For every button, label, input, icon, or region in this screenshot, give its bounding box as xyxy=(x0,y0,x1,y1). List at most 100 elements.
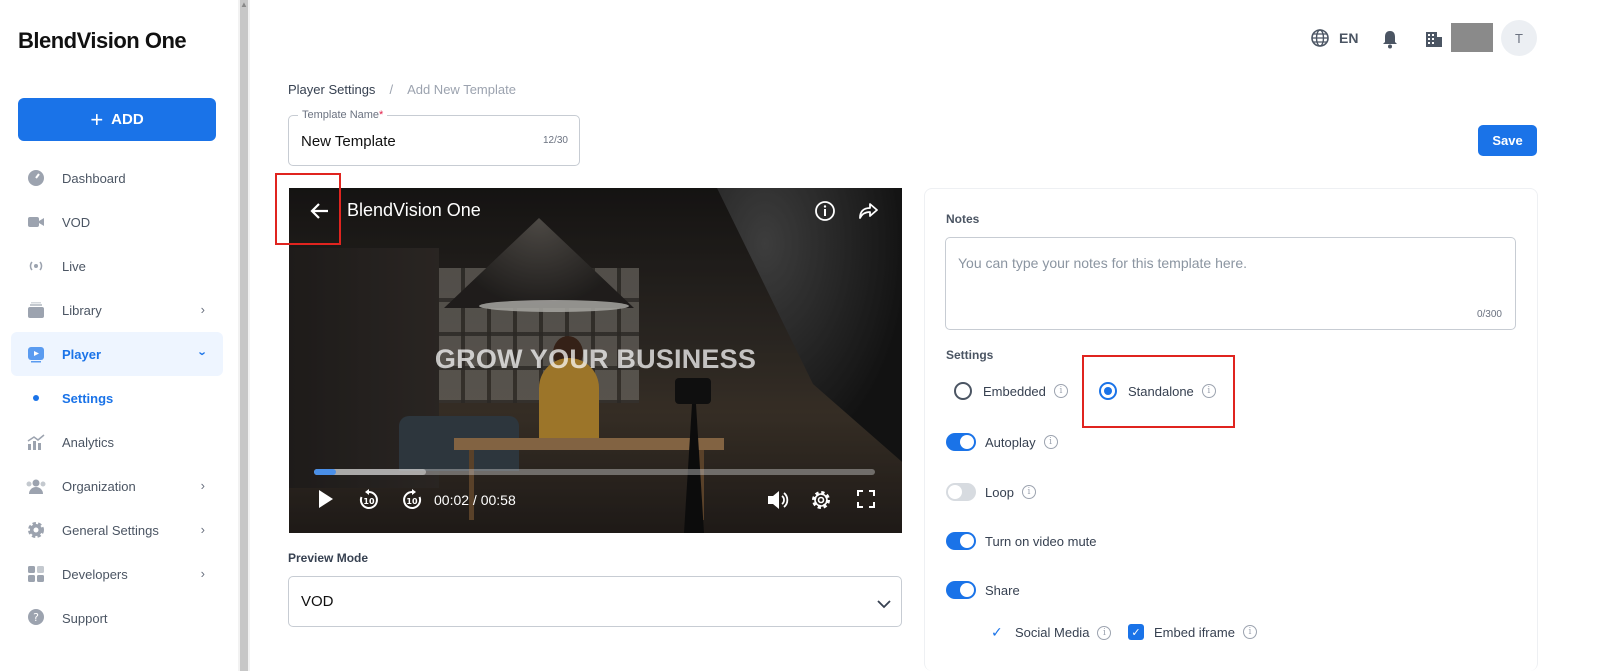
sidebar-item-library[interactable]: Library › xyxy=(11,288,223,332)
sidebar-item-organization[interactable]: Organization › xyxy=(11,464,223,508)
embedded-radio-option[interactable]: Embedded i xyxy=(954,382,1068,400)
loop-toggle-row[interactable]: Loop i xyxy=(946,483,1036,501)
sidebar-item-label: VOD xyxy=(62,214,91,230)
plus-icon: + xyxy=(90,106,104,132)
notes-label: Notes xyxy=(946,212,980,226)
template-name-label: Template Name* xyxy=(298,109,388,121)
active-dot xyxy=(33,395,39,401)
template-name-field[interactable]: Template Name* New Template 12/30 xyxy=(288,109,580,166)
fullscreen-icon[interactable] xyxy=(855,488,877,515)
autoplay-label: Autoplay xyxy=(985,434,1036,450)
video-progress-bar[interactable] xyxy=(314,469,875,475)
check-icon[interactable]: ✓ xyxy=(991,624,1005,641)
organization-logo-placeholder[interactable] xyxy=(1451,23,1493,52)
play-icon[interactable] xyxy=(317,488,335,515)
sidebar-item-label: Live xyxy=(62,258,86,274)
video-title: BlendVision One xyxy=(347,200,481,220)
settings-section-label: Settings xyxy=(946,348,994,362)
social-media-option[interactable]: ✓ Social Media i xyxy=(991,624,1112,641)
avatar[interactable]: T xyxy=(1501,20,1537,56)
player-icon xyxy=(25,343,47,365)
sidebar-item-live[interactable]: Live xyxy=(11,244,223,288)
organization-building-icon[interactable] xyxy=(1424,29,1444,54)
autoplay-toggle[interactable] xyxy=(946,433,976,451)
chevron-right-icon: › xyxy=(200,302,205,317)
add-button[interactable]: + ADD xyxy=(18,98,216,141)
sidebar-item-label: Dashboard xyxy=(62,170,126,186)
chevron-down-icon xyxy=(877,596,891,614)
sidebar-subitem-settings[interactable]: Settings xyxy=(11,376,223,420)
mute-toggle[interactable] xyxy=(946,532,976,550)
library-stack-icon xyxy=(25,299,47,321)
preview-mode-value: VOD xyxy=(301,593,334,610)
scroll-up-arrow-icon[interactable]: ▲ xyxy=(239,0,249,10)
developers-grid-icon xyxy=(25,563,47,585)
share-toggle[interactable] xyxy=(946,581,976,599)
preview-mode-label: Preview Mode xyxy=(288,551,369,565)
sidebar-item-analytics[interactable]: Analytics xyxy=(11,420,223,464)
info-icon[interactable]: i xyxy=(1053,384,1068,398)
sidebar: BlendVision One + ADD Dashboard VOD Live… xyxy=(0,0,238,671)
rewind-10-icon[interactable]: 10 xyxy=(357,488,381,517)
dashboard-gauge-icon xyxy=(25,167,47,189)
breadcrumb-current: Add New Template xyxy=(407,82,516,97)
gear-icon xyxy=(25,519,47,541)
sidebar-item-support[interactable]: ? Support xyxy=(11,596,223,640)
info-icon[interactable]: i xyxy=(1097,625,1112,640)
autoplay-toggle-row[interactable]: Autoplay i xyxy=(946,433,1058,451)
svg-text:10: 10 xyxy=(363,497,375,506)
sidebar-scrollbar-thumb[interactable] xyxy=(240,0,248,671)
sidebar-nav: Dashboard VOD Live Library › Player › Se… xyxy=(11,156,223,640)
sidebar-item-label: Player xyxy=(62,346,102,362)
sidebar-item-label: Library xyxy=(62,302,102,318)
sidebar-item-label: General Settings xyxy=(62,522,159,538)
breadcrumb-parent-link[interactable]: Player Settings xyxy=(288,82,375,97)
loop-label: Loop xyxy=(985,484,1014,500)
notification-bell-icon[interactable] xyxy=(1381,29,1399,54)
share-label: Share xyxy=(985,582,1020,598)
globe-icon xyxy=(1311,29,1329,47)
svg-text:10: 10 xyxy=(406,497,418,506)
sidebar-item-vod[interactable]: VOD xyxy=(11,200,223,244)
svg-text:?: ? xyxy=(33,611,39,624)
volume-icon[interactable] xyxy=(765,488,791,517)
notes-textarea[interactable]: You can type your notes for this templat… xyxy=(945,237,1516,330)
save-button[interactable]: Save xyxy=(1478,125,1537,156)
video-player-preview[interactable]: BlendVision One GROW YOUR BUSINESS 10 10… xyxy=(289,188,902,533)
template-name-input[interactable]: New Template xyxy=(301,133,396,150)
embed-iframe-option[interactable]: ✓ Embed iframe i xyxy=(1128,624,1257,640)
loop-toggle[interactable] xyxy=(946,483,976,501)
video-camera-icon xyxy=(25,211,47,233)
info-icon[interactable]: i xyxy=(1043,435,1058,449)
embed-iframe-label: Embed iframe xyxy=(1154,624,1235,640)
share-icon[interactable] xyxy=(857,200,879,227)
info-icon[interactable]: i xyxy=(1242,625,1257,639)
analytics-chart-icon xyxy=(25,431,47,453)
language-label: EN xyxy=(1339,30,1359,46)
sidebar-item-general-settings[interactable]: General Settings › xyxy=(11,508,223,552)
sidebar-item-dashboard[interactable]: Dashboard xyxy=(11,156,223,200)
support-question-icon: ? xyxy=(25,607,47,629)
template-name-char-count: 12/30 xyxy=(542,135,568,146)
sidebar-item-developers[interactable]: Developers › xyxy=(11,552,223,596)
forward-10-icon[interactable]: 10 xyxy=(400,488,424,517)
video-played-fill xyxy=(314,469,337,475)
info-icon[interactable] xyxy=(814,200,836,227)
mute-toggle-row[interactable]: Turn on video mute xyxy=(946,532,1097,550)
sidebar-item-label: Organization xyxy=(62,478,136,494)
notes-char-count: 0/300 xyxy=(1476,309,1502,320)
chevron-down-icon: › xyxy=(195,351,211,356)
video-headline-overlay: GROW YOUR BUSINESS xyxy=(434,344,757,374)
info-icon[interactable]: i xyxy=(1021,485,1036,499)
chevron-right-icon: › xyxy=(200,566,205,581)
settings-gear-icon[interactable] xyxy=(809,488,833,517)
chevron-right-icon: › xyxy=(200,522,205,537)
sidebar-item-player[interactable]: Player › xyxy=(11,332,223,376)
share-toggle-row[interactable]: Share xyxy=(946,581,1020,599)
embedded-radio[interactable] xyxy=(954,382,972,400)
sidebar-item-label: Analytics xyxy=(62,434,115,450)
preview-mode-select[interactable]: VOD xyxy=(288,576,902,627)
language-switcher[interactable]: EN xyxy=(1310,28,1358,48)
sidebar-item-label: Developers xyxy=(62,566,128,582)
embed-iframe-checkbox[interactable]: ✓ xyxy=(1128,624,1144,640)
